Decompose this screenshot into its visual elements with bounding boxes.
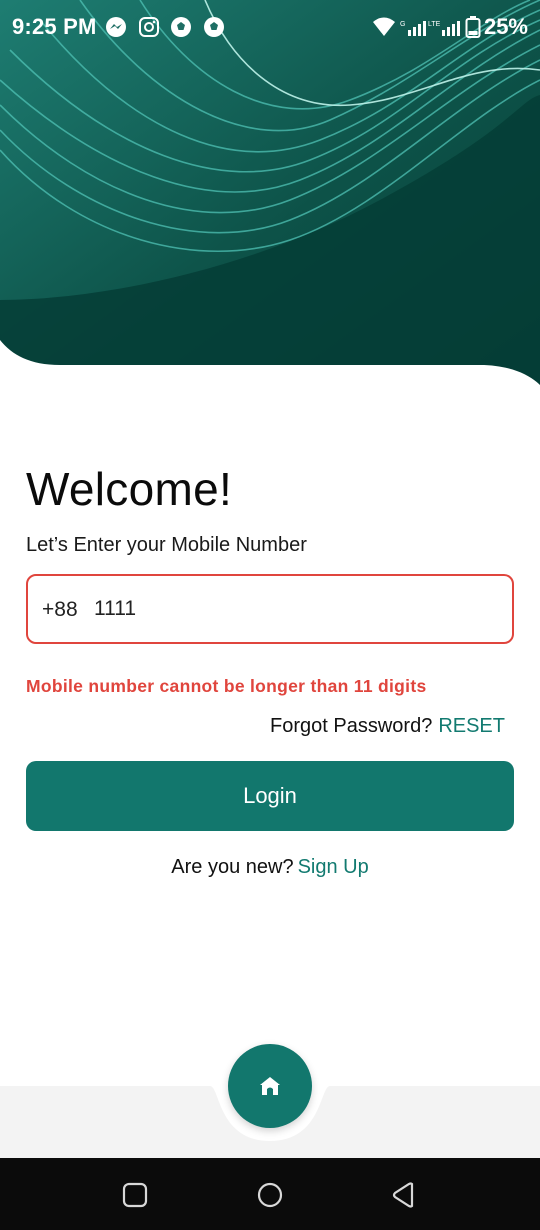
back-icon[interactable] xyxy=(390,1180,420,1210)
messenger-icon xyxy=(105,16,127,38)
home-icon xyxy=(260,1077,280,1095)
status-bar: 9:25 PM G LTE 25% xyxy=(0,0,540,56)
header-banner xyxy=(0,0,540,390)
wifi-icon xyxy=(372,16,396,38)
new-user-label: Are you new? xyxy=(171,856,294,878)
svg-text:LTE: LTE xyxy=(428,21,441,28)
signal-icon: G LTE xyxy=(400,16,460,38)
instagram-icon xyxy=(138,16,160,38)
status-time: 9:25 PM xyxy=(12,14,97,39)
football-icon xyxy=(170,16,192,38)
recents-icon[interactable] xyxy=(120,1180,150,1210)
signup-row: Are you new? Sign Up xyxy=(0,856,540,879)
login-button[interactable]: Login xyxy=(26,761,514,831)
forgot-password-row: Forgot Password? RESET xyxy=(270,715,505,738)
signup-link[interactable]: Sign Up xyxy=(298,856,369,878)
subtitle: Let’s Enter your Mobile Number xyxy=(26,534,307,556)
forgot-password-label: Forgot Password? xyxy=(270,715,433,737)
reset-link[interactable]: RESET xyxy=(438,715,505,737)
mobile-number-field[interactable]: +88 xyxy=(26,574,514,644)
svg-text:G: G xyxy=(400,21,405,28)
validation-error: Mobile number cannot be longer than 11 d… xyxy=(26,676,427,696)
country-code: +88 xyxy=(42,598,78,621)
football-icon xyxy=(203,16,225,38)
home-button[interactable] xyxy=(228,1044,312,1128)
home-circle-icon[interactable] xyxy=(255,1180,285,1210)
page-title: Welcome! xyxy=(26,463,233,515)
battery-percent: 25% xyxy=(483,14,528,39)
system-nav-bar xyxy=(0,1158,540,1230)
mobile-number-input[interactable] xyxy=(94,588,494,630)
battery-icon xyxy=(465,16,481,38)
